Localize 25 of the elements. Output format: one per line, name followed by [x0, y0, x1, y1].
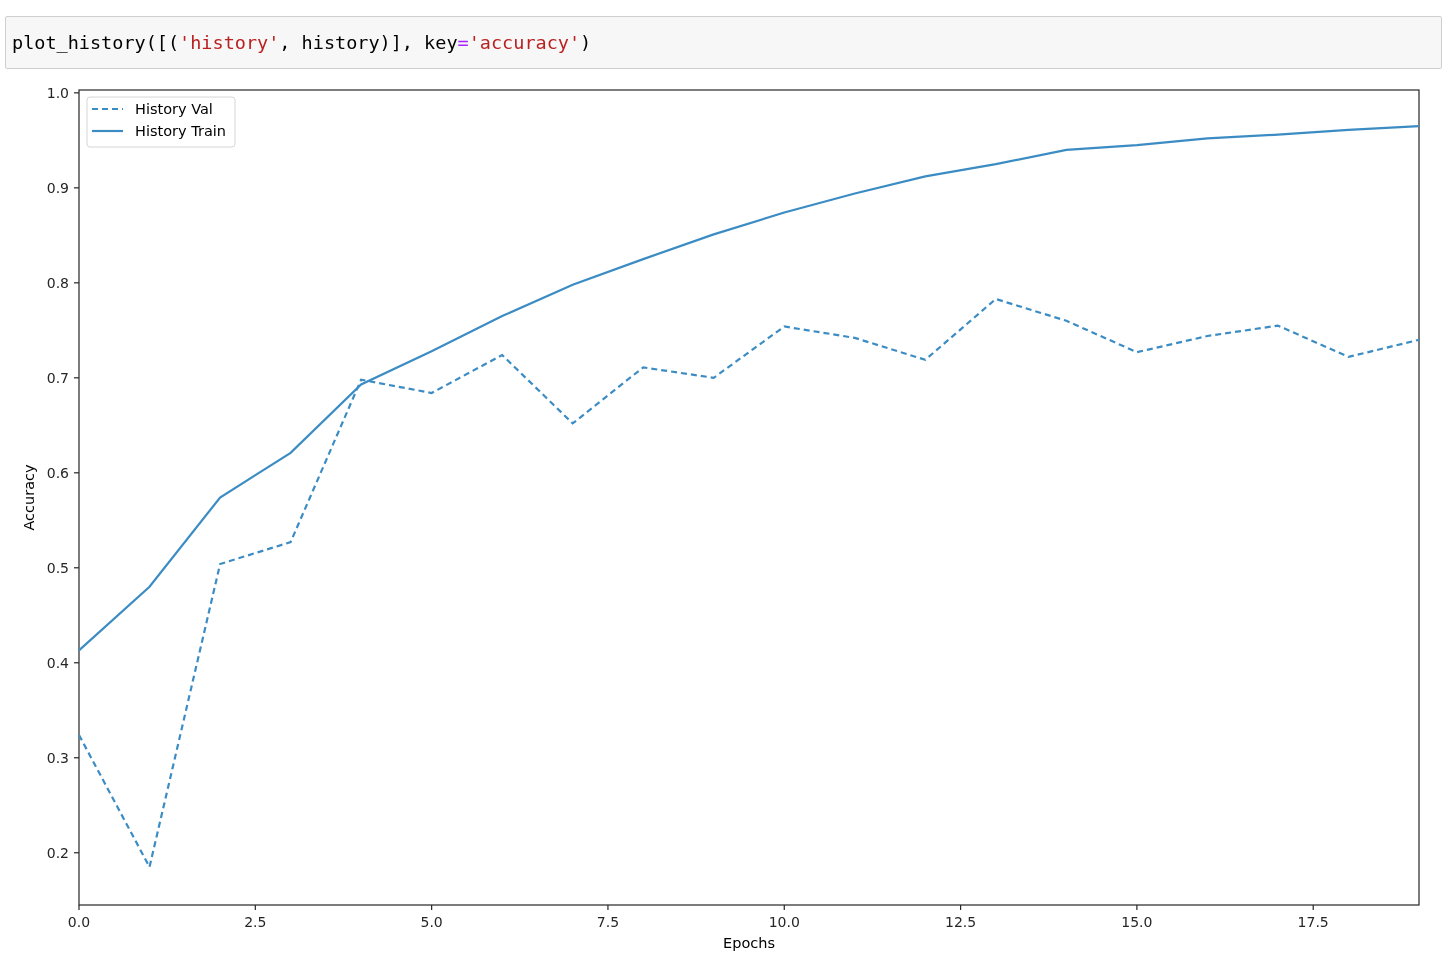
x-tick-label: 17.5	[1297, 914, 1329, 930]
x-tick-label: 0.0	[67, 914, 91, 930]
y-tick-label: 0.5	[46, 559, 69, 576]
y-tick-label: 0.8	[46, 274, 69, 291]
legend-label: History Val	[135, 101, 213, 117]
y-tick-label: 0.6	[46, 464, 69, 481]
x-tick-label: 7.5	[596, 914, 620, 930]
x-tick-label: 10.0	[768, 914, 800, 930]
y-axis-label: Accuracy	[21, 464, 37, 531]
code-cell[interactable]: plot_history([('history', history)], key='accuracy')	[5, 16, 1442, 69]
x-tick-label: 15.0	[1121, 914, 1153, 930]
y-tick-label: 0.7	[46, 369, 69, 386]
y-tick-label: 1.0	[46, 84, 69, 101]
y-tick-label: 0.2	[46, 844, 69, 861]
y-tick-label: 0.4	[46, 654, 69, 671]
x-tick-label: 12.5	[945, 914, 977, 930]
legend-label: History Train	[135, 123, 226, 139]
legend-line-swatch	[92, 107, 123, 111]
x-tick-label: 2.5	[244, 914, 267, 930]
code-line: plot_history([('history', history)], key='accuracy')	[12, 32, 592, 53]
y-tick-label: 0.9	[46, 179, 69, 196]
x-tick-label: 5.0	[420, 914, 443, 930]
legend-line-swatch	[92, 129, 123, 133]
x-axis-label: Epochs	[723, 935, 775, 951]
y-tick-label: 0.3	[46, 749, 69, 766]
